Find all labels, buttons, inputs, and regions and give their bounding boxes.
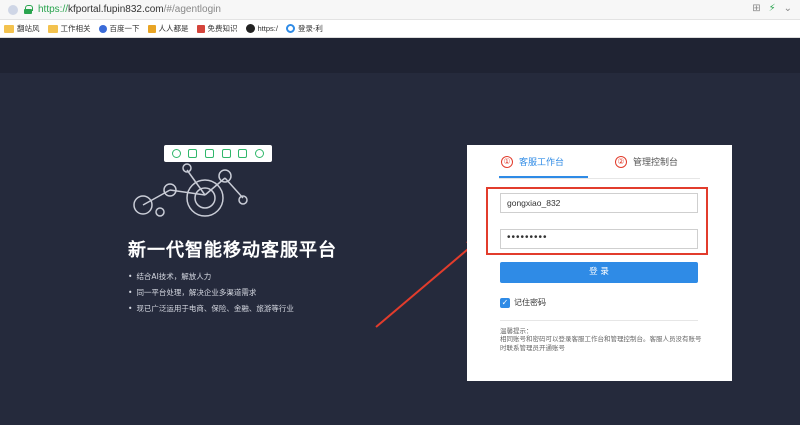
bookmark-label: 人人都是 [158, 24, 189, 33]
annotation-highlight-box [486, 187, 708, 255]
tab-divider [499, 178, 700, 179]
hero-title: 新一代智能移动客服平台 [128, 240, 337, 261]
bookmark-label: 百度一下 [109, 24, 140, 33]
browser-address-bar: https://kfportal.fupin832.com/#/agentlog… [0, 0, 800, 20]
lock-icon [24, 5, 33, 14]
bookmark-item[interactable]: 人人都是 [147, 23, 189, 34]
grid-icon[interactable]: ⊞ [752, 3, 760, 14]
tab-agent-workbench[interactable]: ① 客服工作台 [501, 155, 564, 168]
remember-password[interactable]: ✓ 记住密码 [500, 297, 546, 308]
feature-item: 同一平台处理，解决企业多渠道需求 [128, 285, 294, 301]
people-icon [147, 24, 156, 33]
bookmark-item[interactable]: 翻站风 [4, 23, 40, 34]
active-tab-indicator [499, 176, 588, 178]
url-path: /#/agentlogin [163, 4, 221, 15]
feature-item: 结合AI技术，解放人力 [128, 269, 294, 285]
bookmarks-bar: 翻站风 工作相关 百度一下 人人都是 免费知识 https:/ 登录-利 [0, 20, 800, 38]
remember-label: 记住密码 [514, 298, 546, 307]
tip-title: 温馨提示： [500, 327, 533, 335]
bookmark-label: 登录-利 [297, 24, 323, 33]
login-panel: ① 客服工作台 ② 管理控制台 gongxiao_832 ••••••••• 登… [467, 145, 732, 381]
bookmark-label: 免费知识 [207, 24, 238, 33]
expand-icon[interactable] [205, 149, 215, 158]
annotation-number: ① [501, 155, 513, 168]
tip-divider [500, 320, 698, 321]
save-icon[interactable] [188, 149, 198, 158]
login-button[interactable]: 登 录 [500, 262, 698, 283]
settings-icon[interactable] [255, 149, 265, 158]
molecule-graphic [133, 163, 248, 217]
folder-icon [4, 24, 14, 33]
share-icon[interactable] [238, 149, 248, 158]
login-tabs: ① 客服工作台 ② 管理控制台 [467, 145, 732, 179]
page-header-band [0, 38, 800, 73]
image-icon[interactable] [221, 149, 231, 158]
site-info-icon[interactable] [8, 4, 18, 15]
bookmark-item[interactable]: 登录-利 [285, 23, 323, 34]
feature-list: 结合AI技术，解放人力 同一平台处理，解决企业多渠道需求 现已广泛运用于电商、保… [128, 269, 294, 317]
bookmark-item[interactable]: 百度一下 [98, 23, 140, 34]
bookmark-item[interactable]: 工作相关 [47, 23, 91, 34]
zoom-icon[interactable] [171, 149, 181, 158]
tab-admin-console[interactable]: ② 管理控制台 [615, 155, 678, 168]
url-field[interactable]: https://kfportal.fupin832.com/#/agentlog… [38, 4, 221, 15]
bolt-icon[interactable]: ⚡ [769, 3, 776, 14]
url-protocol: https:// [38, 4, 69, 15]
folder-icon [47, 24, 58, 33]
bookmark-label: https:/ [257, 24, 278, 33]
chevron-down-icon[interactable]: ⌄ [784, 3, 792, 14]
bookmark-label: 翻站风 [17, 24, 40, 33]
checkbox-checked-icon[interactable]: ✓ [500, 297, 510, 308]
paw-icon [98, 24, 107, 33]
bookmark-item[interactable]: 免费知识 [196, 23, 238, 34]
bookmark-item[interactable]: https:/ [245, 24, 278, 33]
w-icon [245, 24, 255, 33]
circle-icon [285, 24, 295, 33]
tab-label: 客服工作台 [519, 158, 565, 168]
tab-label: 管理控制台 [633, 158, 679, 168]
bookmark-label: 工作相关 [60, 24, 91, 33]
url-host: kfportal.fupin832.com [68, 4, 164, 15]
feature-item: 现已广泛运用于电商、保险、金融、旅游等行业 [128, 301, 294, 317]
annotation-number: ② [615, 155, 627, 168]
tip-body: 相同账号和密码可以登录客服工作台和管理控制台。客服人员没有账号时联系管理员开通账… [500, 335, 702, 352]
red-icon [196, 24, 205, 33]
